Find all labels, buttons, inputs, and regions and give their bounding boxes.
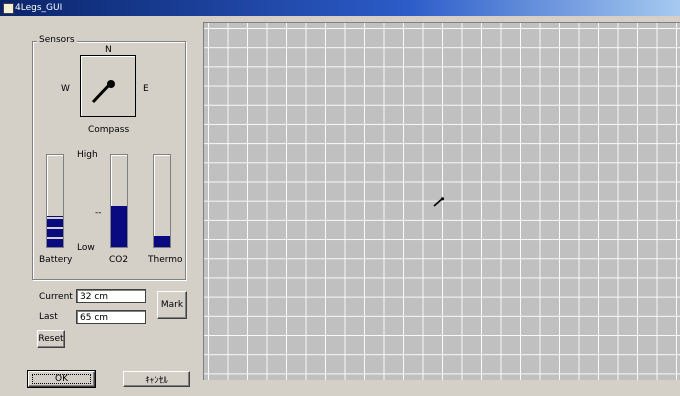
compass-needle-icon [91,80,115,104]
thermo-label: Thermo [148,255,183,265]
thermo-level-bar [154,236,170,247]
compass-label: Compass [88,125,130,135]
scale-high-label: High [77,150,98,160]
cancel-button[interactable]: ｷｬﾝｾﾙ [123,371,190,387]
map-grid[interactable] [203,22,680,380]
compass-north-label: N [105,45,112,55]
last-distance-label: Last [39,312,58,322]
last-distance-field[interactable]: 65 cm [76,310,146,324]
compass-west-label: W [61,84,70,94]
current-distance-label: Current [39,292,73,302]
reset-button[interactable]: Reset [37,330,65,348]
compass-east-label: E [143,84,149,94]
battery-label: Battery [39,255,73,265]
battery-meter [46,154,64,248]
current-distance-field[interactable]: 32 cm [76,289,146,303]
battery-level-bar [47,216,63,247]
title-bar[interactable]: 4Legs_GUI [0,0,680,16]
co2-meter [110,154,128,248]
mark-button[interactable]: Mark [157,291,187,319]
thermo-meter [153,154,171,248]
co2-label: CO2 [109,255,129,265]
scale-low-label: Low [77,243,95,253]
compass-dial [80,55,136,117]
scale-mid-label: -- [95,208,102,218]
co2-level-bar [111,206,127,247]
window-title: 4Legs_GUI [15,3,63,13]
app-icon [3,3,14,14]
sensors-group-label: Sensors [37,35,77,45]
ok-button[interactable]: OK [27,370,96,388]
robot-heading-icon [433,197,445,207]
